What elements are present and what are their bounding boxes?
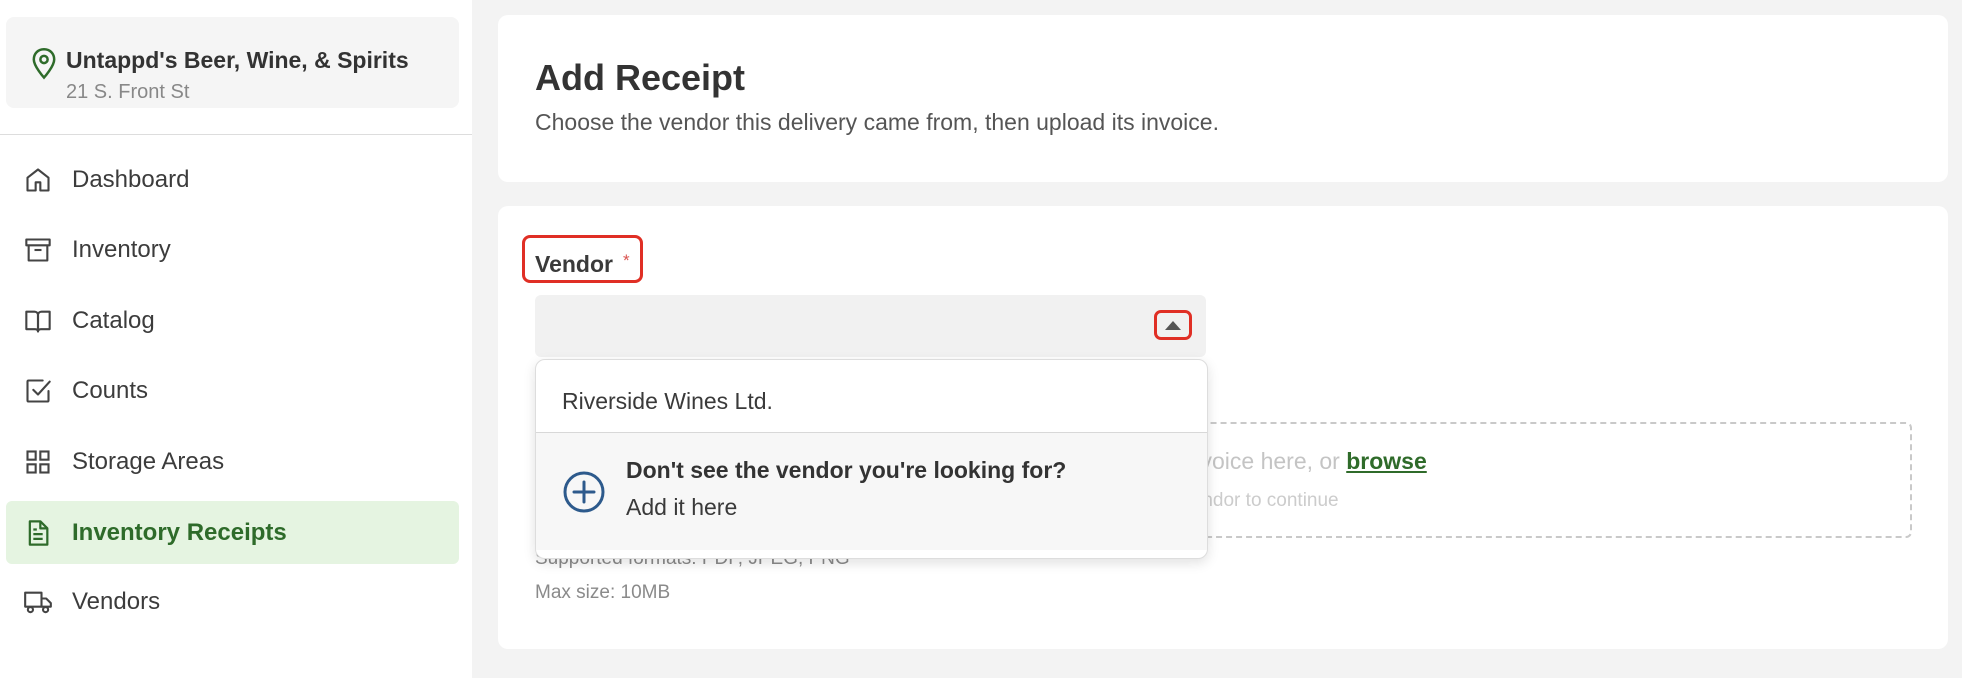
sidebar-divider xyxy=(0,134,472,135)
vendor-label: Vendor xyxy=(535,251,613,277)
location-selector[interactable]: Untappd's Beer, Wine, & Spirits 21 S. Fr… xyxy=(6,17,459,108)
vendor-option[interactable]: Riverside Wines Ltd. xyxy=(536,360,1207,432)
page-header: Add Receipt Choose the vendor this deliv… xyxy=(498,15,1948,182)
grid-icon xyxy=(26,450,50,474)
max-size-text: Max size: 10MB xyxy=(535,582,671,603)
map-pin-icon xyxy=(32,48,56,80)
sidebar-item-label: Dashboard xyxy=(72,165,190,193)
sidebar-item-label: Counts xyxy=(72,376,149,404)
vendor-select[interactable] xyxy=(535,295,1206,357)
caret-up-icon xyxy=(1165,321,1181,330)
sidebar-item-label: Storage Areas xyxy=(72,447,225,475)
add-vendor-subtitle: Add it here xyxy=(626,494,738,520)
sidebar: Untappd's Beer, Wine, & Spirits 21 S. Fr… xyxy=(0,0,472,678)
page-title: Add Receipt xyxy=(535,57,746,98)
add-vendor-option[interactable]: Don't see the vendor you're looking for?… xyxy=(536,433,1207,550)
sidebar-item-label: Vendors xyxy=(72,587,161,615)
add-vendor-title: Don't see the vendor you're looking for? xyxy=(626,457,1067,483)
sidebar-item-storage-areas[interactable]: Storage Areas xyxy=(6,430,459,493)
browse-link[interactable]: browse xyxy=(1346,448,1427,474)
home-icon xyxy=(26,168,50,192)
book-icon xyxy=(25,310,51,333)
sidebar-item-vendors[interactable]: Vendors xyxy=(6,570,459,633)
vendor-dropdown-menu: Riverside Wines Ltd. Don't see the vendo… xyxy=(535,359,1208,559)
location-address: 21 S. Front St xyxy=(66,81,190,103)
sidebar-item-label: Catalog xyxy=(72,306,155,334)
checkbox-icon xyxy=(26,379,51,403)
sidebar-item-label: Inventory xyxy=(72,235,171,263)
truck-icon xyxy=(24,591,52,614)
vendor-option-label: Riverside Wines Ltd. xyxy=(562,388,773,414)
page-subtitle: Choose the vendor this delivery came fro… xyxy=(535,109,1219,135)
location-name: Untappd's Beer, Wine, & Spirits xyxy=(66,47,409,73)
document-icon xyxy=(28,520,49,546)
sidebar-item-dashboard[interactable]: Dashboard xyxy=(6,148,459,211)
sidebar-item-catalog[interactable]: Catalog xyxy=(6,289,459,352)
sidebar-item-counts[interactable]: Counts xyxy=(6,359,459,422)
sidebar-item-inventory-receipts[interactable]: Inventory Receipts xyxy=(6,501,459,564)
archive-box-icon xyxy=(25,238,51,262)
sidebar-item-inventory[interactable]: Inventory xyxy=(6,218,459,281)
plus-circle-icon xyxy=(563,471,605,513)
required-indicator: * xyxy=(623,251,630,270)
sidebar-item-label: Inventory Receipts xyxy=(72,518,287,546)
vendor-select-toggle[interactable] xyxy=(1154,310,1192,340)
